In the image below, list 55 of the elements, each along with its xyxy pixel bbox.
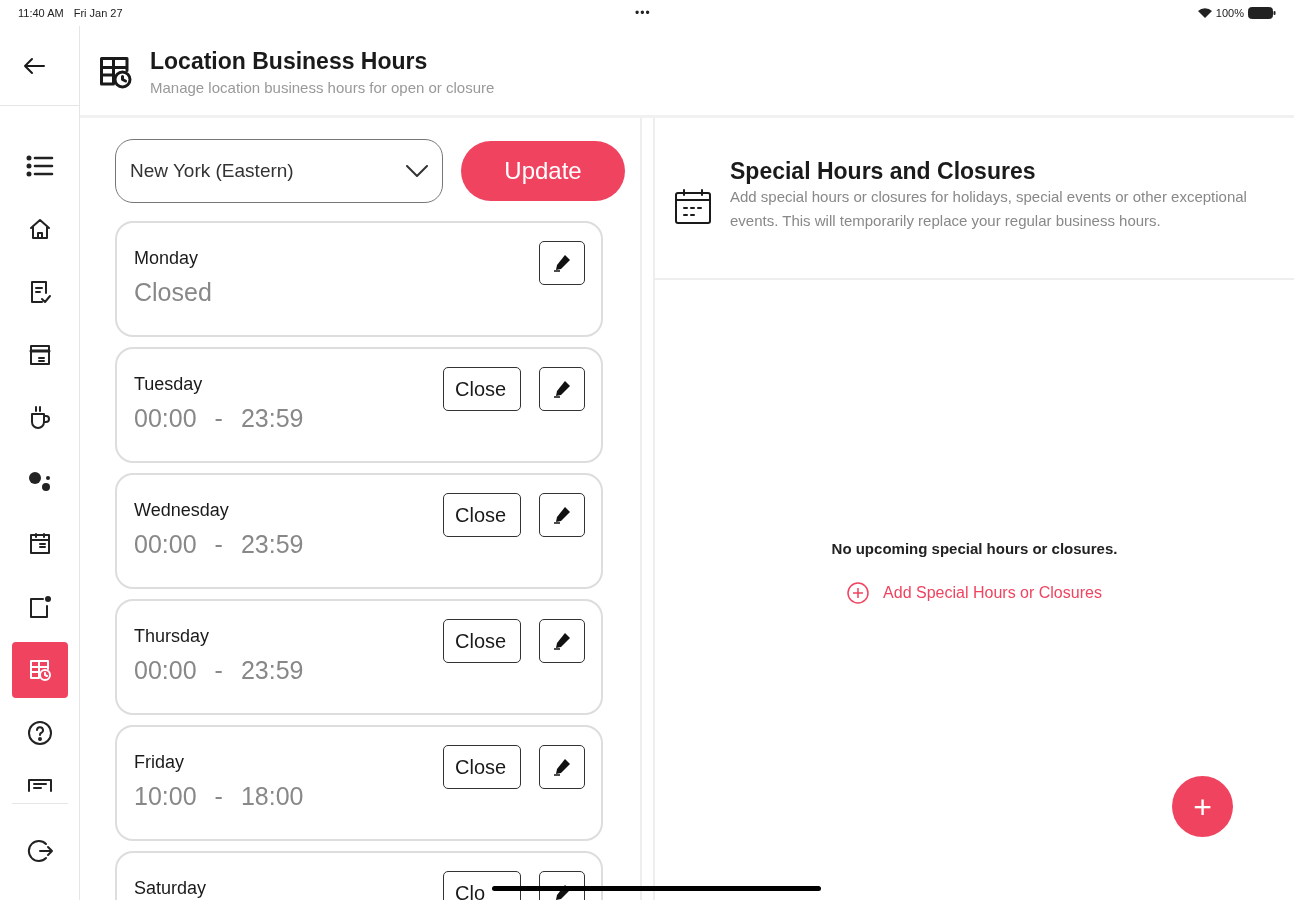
pencil-icon (552, 379, 572, 399)
pencil-icon (552, 505, 572, 525)
dots-icon (26, 469, 53, 493)
calendar-icon (27, 532, 52, 556)
home-icon (27, 217, 52, 241)
edit-button[interactable] (539, 619, 585, 663)
close-day-button[interactable]: Close (443, 367, 521, 411)
pencil-icon (552, 631, 572, 651)
update-button[interactable]: Update (461, 141, 625, 201)
close-day-button[interactable]: Close (443, 619, 521, 663)
message-icon (26, 778, 53, 792)
help-icon (26, 720, 53, 746)
status-time: 11:40 AM (18, 5, 64, 21)
battery-icon (1248, 7, 1276, 19)
schedule-icon (97, 54, 133, 90)
day-name: Thursday (134, 626, 210, 646)
day-hours: 00:00 - 23:59 (134, 403, 304, 434)
add-special-hours-link[interactable]: Add Special Hours or Closures (847, 580, 1102, 605)
calendar-icon (674, 188, 712, 226)
section-title: Special Hours and Closures (730, 158, 1037, 184)
edit-button[interactable] (539, 241, 585, 285)
schedule-nav-item[interactable] (11, 642, 68, 698)
day-name: Tuesday (134, 374, 203, 394)
edit-button[interactable] (539, 493, 585, 537)
day-hours: 10:00 - 18:00 (134, 781, 304, 812)
page-subtitle: Manage location business hours for open or closure (150, 78, 495, 98)
edit-button[interactable] (539, 745, 585, 789)
day-status: Closed (134, 277, 212, 308)
battery-percent: 100% (1215, 5, 1244, 21)
calendar-icon (27, 343, 52, 367)
wifi-icon (1197, 8, 1212, 18)
close-day-button[interactable]: Close (443, 745, 521, 789)
plus-circle-icon (847, 581, 870, 604)
day-hours: 00:00 - 23:59 (134, 655, 304, 686)
page-title: Location Business Hours (150, 47, 429, 76)
close-day-button[interactable]: Close (443, 493, 521, 537)
day-hours: 00:00 - 23:59 (134, 529, 304, 560)
timezone-dropdown[interactable]: New York (Eastern) (115, 139, 443, 203)
empty-message: No upcoming special hours or closures. (831, 539, 1118, 559)
schedule-icon (27, 658, 52, 682)
section-description: Add special hours or closures for holidays, special events or other exceptional events. This will temporarily replace your regular business hours. (730, 187, 1248, 231)
add-button[interactable]: + (1172, 776, 1233, 837)
day-name: Friday (134, 752, 184, 772)
edit-button[interactable] (539, 367, 585, 411)
day-name: Wednesday (134, 500, 229, 520)
multitask-dots: ••• (635, 5, 651, 22)
day-name: Monday (134, 248, 199, 268)
logout-button[interactable] (25, 837, 54, 865)
close-day-button[interactable]: Clo (443, 871, 521, 900)
chevron-down-icon (406, 165, 428, 177)
status-date: Fri Jan 27 (73, 5, 123, 21)
pencil-icon (552, 253, 572, 273)
pencil-icon (552, 757, 572, 777)
list-icon (25, 154, 54, 178)
day-name: Saturday (134, 878, 207, 898)
